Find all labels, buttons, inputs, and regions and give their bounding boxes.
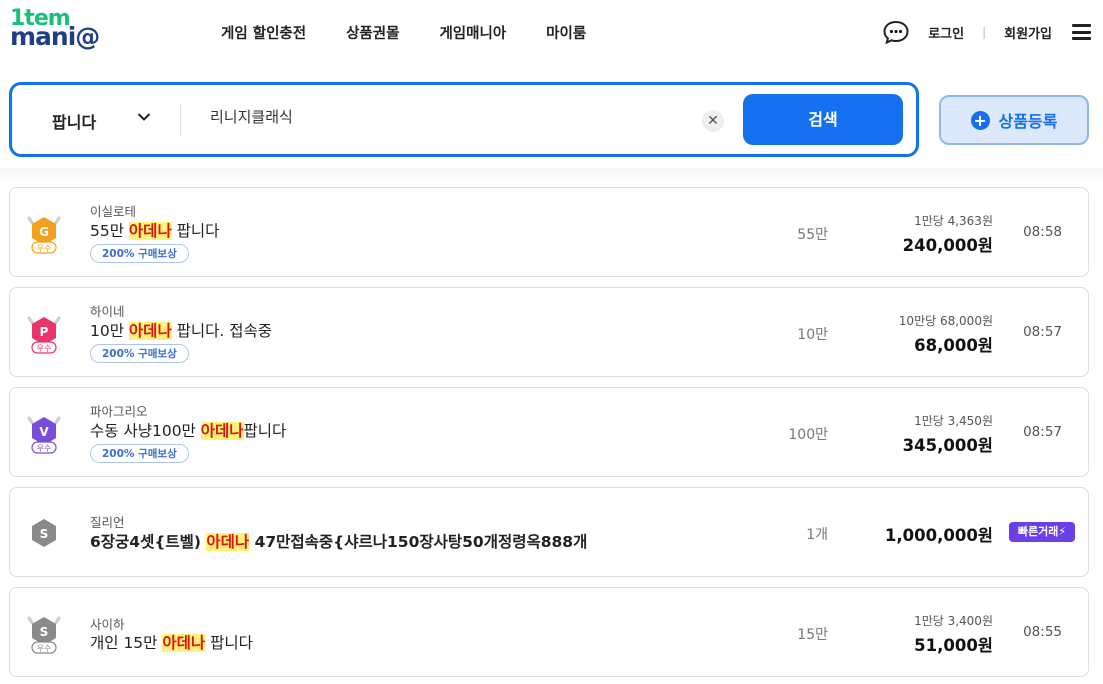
- listing-time: 08:57: [1023, 424, 1062, 440]
- server-name: 파아그리오: [90, 404, 148, 419]
- keyword-highlight: 아데나: [200, 422, 244, 440]
- header-shadow: [0, 168, 1103, 182]
- seller-grade-s-icon: S: [32, 519, 56, 547]
- listing-title[interactable]: 6장궁4셋{트벨) 아데나 47만접속중{샤르나150장사탕50개정령옥888개: [90, 530, 587, 552]
- server-name: 하이네: [90, 304, 125, 319]
- keyword-highlight: 아데나: [206, 533, 250, 551]
- listing-card[interactable]: P 우수 하이네 10만 아데나 팝니다. 접속중 200% 구매보상 10만 …: [9, 287, 1089, 377]
- listing-card[interactable]: S 질리언 6장궁4셋{트벨) 아데나 47만접속중{샤르나150장사탕50개정…: [9, 487, 1089, 577]
- nav-game-discount-charge[interactable]: 게임 할인충전: [221, 22, 306, 43]
- price: 68,000원: [914, 336, 993, 355]
- listing-time: 08:58: [1023, 224, 1062, 240]
- plus-circle-icon: +: [970, 110, 990, 130]
- login-link[interactable]: 로그인: [928, 23, 964, 42]
- search-button[interactable]: 검색: [743, 94, 903, 145]
- header-separator: |: [982, 25, 987, 39]
- quantity: 15만: [797, 627, 828, 643]
- listing-title[interactable]: 10만 아데나 팝니다. 접속중: [90, 319, 272, 341]
- svg-text:G: G: [39, 225, 49, 239]
- listing-card[interactable]: V 우수 파아그리오 수동 사냥100만 아데나팝니다 200% 구매보상 10…: [9, 387, 1089, 477]
- quantity: 10만: [797, 327, 828, 343]
- listing-card[interactable]: G 우수 이실로테 55만 아데나 팝니다 200% 구매보상 55만 1만당 …: [9, 187, 1089, 277]
- svg-text:우수: 우수: [37, 444, 52, 453]
- chevron-down-icon[interactable]: [137, 110, 151, 124]
- itemmania-logo[interactable]: 1tem mani@: [10, 8, 118, 50]
- chat-bubble-icon[interactable]: [882, 19, 910, 45]
- seller-grade-v-icon: V 우수: [27, 416, 61, 454]
- search-input[interactable]: [210, 107, 690, 125]
- search-divider: [180, 104, 181, 136]
- search-bar: 팝니다 ✕ 검색: [9, 82, 919, 157]
- price: 51,000원: [914, 636, 993, 655]
- server-name: 질리언: [90, 515, 125, 530]
- register-product-label: 상품등록: [998, 112, 1058, 131]
- svg-text:우수: 우수: [37, 244, 52, 253]
- quantity: 1개: [806, 527, 828, 543]
- keyword-highlight: 아데나: [162, 634, 206, 652]
- server-name: 이실로테: [90, 204, 137, 219]
- price: 240,000원: [902, 236, 993, 255]
- unit-price: 10만당 68,000원: [898, 314, 993, 328]
- unit-price: 1만당 3,450원: [914, 414, 993, 428]
- price: 345,000원: [902, 436, 993, 455]
- price: 1,000,000원: [884, 526, 993, 545]
- hamburger-menu-icon[interactable]: [1072, 24, 1091, 40]
- register-product-button[interactable]: + 상품등록: [939, 95, 1089, 145]
- svg-text:V: V: [39, 425, 49, 439]
- seller-grade-s-icon: S 우수: [27, 616, 61, 654]
- quantity: 100만: [788, 427, 828, 443]
- purchase-reward-badge: 200% 구매보상: [90, 244, 189, 263]
- main-nav: 게임 할인충전 상품권몰 게임매니아 마이룸: [221, 22, 626, 43]
- nav-gift-card-mall[interactable]: 상품권몰: [346, 22, 399, 43]
- listing-card[interactable]: S 우수 사이하 개인 15만 아데나 팝니다 15만 1만당 3,400원 5…: [9, 587, 1089, 677]
- listing-title[interactable]: 개인 15만 아데나 팝니다: [90, 631, 253, 653]
- trade-type-select[interactable]: 팝니다: [52, 109, 96, 133]
- keyword-highlight: 아데나: [128, 322, 172, 340]
- unit-price: 1만당 3,400원: [914, 614, 993, 628]
- keyword-highlight: 아데나: [128, 222, 172, 240]
- listing-title[interactable]: 수동 사냥100만 아데나팝니다: [90, 419, 286, 441]
- site-header: 1tem mani@ 게임 할인충전 상품권몰 게임매니아 마이룸 로그인 | …: [0, 0, 1103, 64]
- seller-grade-g-icon: G 우수: [27, 216, 61, 254]
- svg-text:S: S: [40, 527, 49, 541]
- close-icon[interactable]: ✕: [702, 110, 724, 132]
- listing-time: 08:57: [1023, 324, 1062, 340]
- lightning-icon: ⚡: [1058, 525, 1067, 538]
- header-account-area: 로그인 | 회원가입: [882, 18, 1091, 46]
- fast-trade-badge: 빠른거래⚡: [1009, 522, 1075, 542]
- svg-text:P: P: [40, 325, 49, 339]
- purchase-reward-badge: 200% 구매보상: [90, 344, 189, 363]
- svg-text:우수: 우수: [37, 344, 52, 353]
- quantity: 55만: [797, 227, 828, 243]
- unit-price: 1만당 4,363원: [914, 214, 993, 228]
- listing-title[interactable]: 55만 아데나 팝니다: [90, 219, 219, 241]
- signup-link[interactable]: 회원가입: [1004, 23, 1052, 42]
- listing-time: 08:55: [1023, 624, 1062, 640]
- nav-game-mania[interactable]: 게임매니아: [439, 22, 506, 43]
- svg-text:S: S: [40, 625, 49, 639]
- nav-my-room[interactable]: 마이룸: [546, 22, 586, 43]
- purchase-reward-badge: 200% 구매보상: [90, 444, 189, 463]
- seller-grade-p-icon: P 우수: [27, 316, 61, 354]
- svg-text:우수: 우수: [37, 644, 52, 653]
